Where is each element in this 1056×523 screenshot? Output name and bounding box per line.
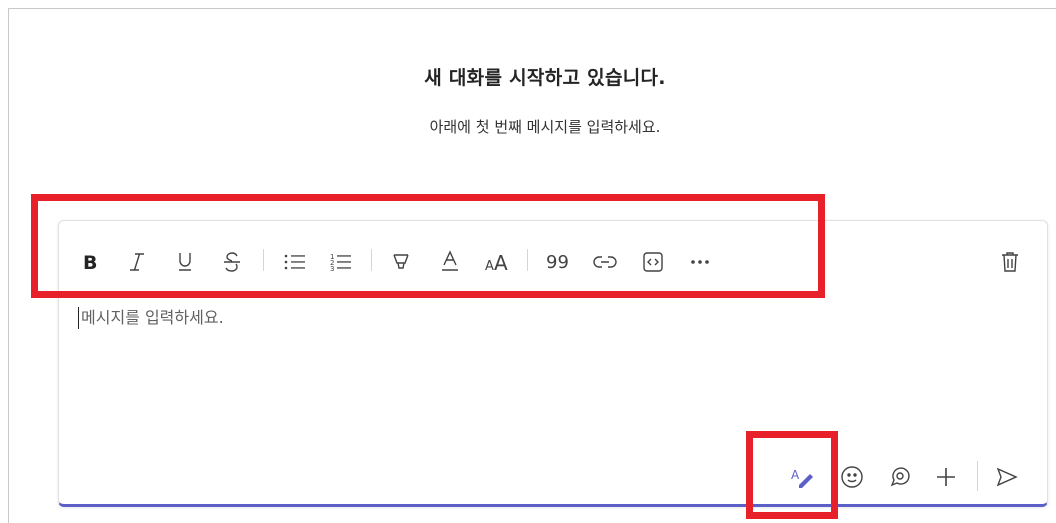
page-subtitle: 아래에 첫 번째 메시지를 입력하세요.	[429, 118, 661, 136]
emoji-icon[interactable]	[838, 463, 866, 491]
toolbar-highlight	[31, 194, 825, 298]
window-border-top	[8, 8, 1056, 9]
delete-icon[interactable]	[996, 248, 1024, 276]
loop-icon[interactable]	[886, 463, 914, 491]
format-button-highlight	[746, 431, 838, 519]
send-icon[interactable]	[993, 463, 1021, 491]
message-input[interactable]: 메시지를 입력하세요.	[78, 307, 224, 329]
actions-divider	[977, 461, 978, 491]
page-title: 새 대화를 시작하고 있습니다.	[424, 67, 666, 89]
attach-icon[interactable]	[932, 463, 960, 491]
